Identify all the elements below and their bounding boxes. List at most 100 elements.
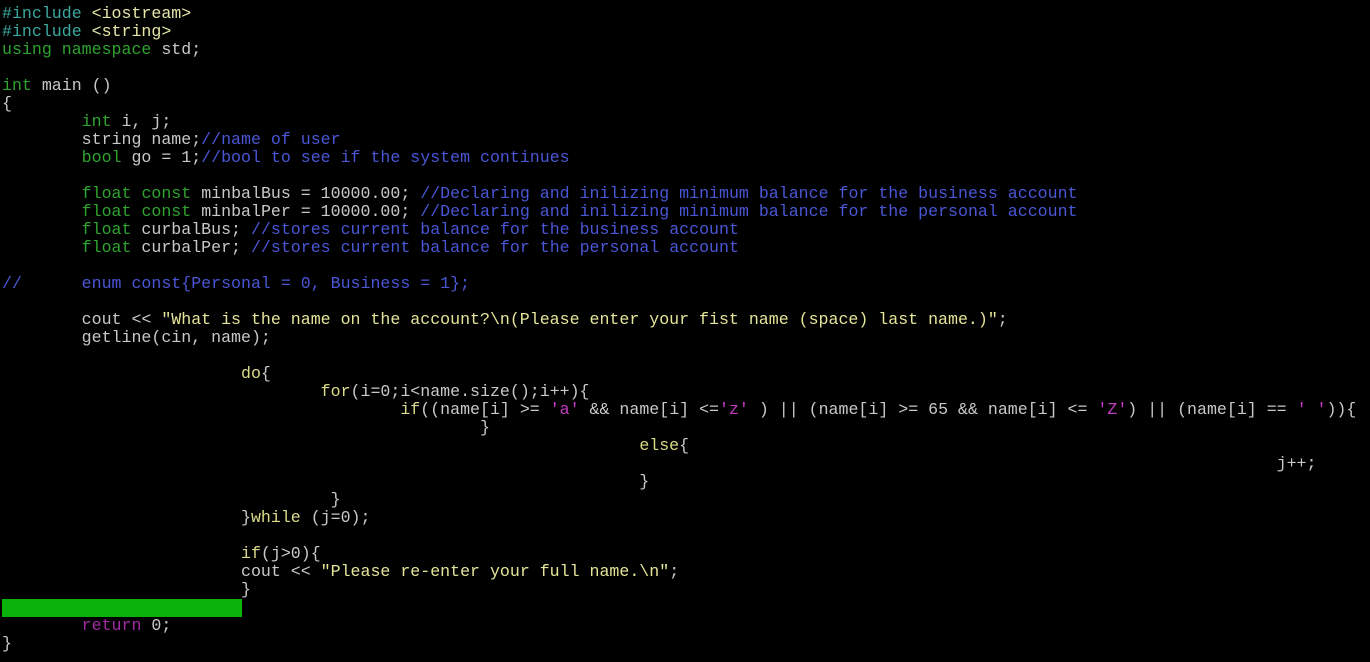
code-line[interactable]: } — [2, 473, 649, 491]
code-token-default — [2, 184, 82, 203]
code-token-type: namespace — [61, 40, 152, 59]
code-token-type: bool — [81, 148, 122, 167]
code-token-default — [2, 382, 321, 401]
code-token-default: } — [2, 490, 341, 509]
code-token-default: ) || (name[i] == — [1127, 400, 1297, 419]
code-token-default — [82, 4, 92, 23]
code-token-default: )){ — [1326, 400, 1357, 419]
code-token-char: 'Z' — [1097, 400, 1128, 419]
highlighted-line-bar — [2, 599, 242, 617]
code-line[interactable]: float curbalBus; //stores current balanc… — [2, 221, 739, 239]
code-token-default — [131, 184, 141, 203]
code-token-default — [2, 238, 82, 257]
code-token-type: const — [141, 202, 192, 221]
code-token-statement: if — [241, 544, 261, 563]
code-token-default: } — [2, 580, 251, 599]
code-line[interactable]: else{ — [2, 437, 689, 455]
code-token-string: "Please re-enter your full name.\n" — [320, 562, 670, 581]
code-token-default: (i=0;i<name.size();i++){ — [350, 382, 590, 401]
code-token-default: } — [2, 418, 490, 437]
code-token-default: main () — [31, 76, 112, 95]
code-line[interactable]: int main () — [2, 77, 112, 95]
code-token-default: minbalPer = 10000.00; — [191, 202, 421, 221]
code-token-default — [2, 400, 400, 419]
code-token-default: } — [2, 634, 12, 653]
code-token-statement: if — [400, 400, 421, 419]
code-token-default: ((name[i] >= — [420, 400, 550, 419]
code-token-default — [2, 148, 82, 167]
code-line[interactable]: #include <iostream> — [2, 5, 191, 23]
code-token-default: j++; — [2, 454, 1317, 473]
code-token-char: 'z' — [719, 400, 749, 419]
code-token-statement: for — [320, 382, 351, 401]
code-line[interactable]: cout << "Please re-enter your full name.… — [2, 563, 679, 581]
code-token-type: int — [81, 112, 112, 131]
code-token-type: int — [2, 76, 32, 95]
code-token-type: float — [81, 238, 132, 257]
code-token-include: <iostream> — [91, 4, 192, 23]
code-token-default: i, j; — [111, 112, 172, 131]
code-line[interactable]: } — [2, 635, 12, 653]
code-token-statement: else — [639, 436, 680, 455]
code-line[interactable]: } — [2, 419, 490, 437]
code-token-comment: //name of user — [201, 130, 341, 149]
code-line[interactable]: cout << "What is the name on the account… — [2, 311, 1008, 329]
code-token-default — [2, 220, 82, 239]
code-token-return: return — [81, 616, 142, 635]
code-line[interactable]: for(i=0;i<name.size();i++){ — [2, 383, 590, 401]
code-token-char: 'a' — [549, 400, 580, 419]
code-line[interactable]: getline(cin, name); — [2, 329, 271, 347]
code-line[interactable]: float const minbalPer = 10000.00; //Decl… — [2, 203, 1078, 221]
code-token-default — [2, 364, 241, 383]
code-line[interactable]: int i, j; — [2, 112, 172, 131]
code-token-comment: //Declaring and inilizing minimum balanc… — [420, 184, 1078, 203]
code-token-comment: //stores current balance for the persona… — [250, 238, 739, 257]
code-token-default: { — [2, 94, 12, 113]
code-token-default: cout << — [2, 310, 162, 329]
code-token-comment: //stores current balance for the busines… — [250, 220, 739, 239]
code-token-default: } — [2, 472, 650, 491]
code-token-default: curbalPer; — [131, 238, 251, 257]
code-token-default: cout << — [2, 562, 321, 581]
code-token-default: } — [2, 508, 251, 527]
code-line[interactable]: bool go = 1;//bool to see if the system … — [2, 149, 570, 167]
code-token-type: using — [2, 40, 52, 59]
code-token-char: ' ' — [1296, 400, 1327, 419]
code-line[interactable]: #include <string> — [2, 23, 171, 41]
code-line[interactable]: }while (j=0); — [2, 509, 370, 527]
code-line[interactable]: } — [2, 491, 341, 509]
code-line[interactable]: float const minbalBus = 10000.00; //Decl… — [2, 185, 1078, 203]
code-token-default: std; — [151, 40, 202, 59]
code-line[interactable]: if((name[i] >= 'a' && name[i] <='z' ) ||… — [2, 401, 1356, 419]
code-line[interactable]: using namespace std; — [2, 41, 201, 59]
code-token-statement: do — [241, 364, 261, 383]
code-line[interactable]: do{ — [2, 365, 271, 383]
code-token-default — [131, 202, 141, 221]
code-token-default: go = 1; — [121, 148, 202, 167]
code-token-default: { — [679, 436, 690, 455]
code-token-type: float — [81, 184, 132, 203]
code-token-preproc: #include — [2, 4, 82, 23]
code-editor[interactable]: #include <iostream> #include <string> usin… — [0, 0, 1370, 662]
code-line[interactable]: { — [2, 95, 12, 113]
code-token-string: "What is the name on the account?\n(Plea… — [161, 310, 998, 329]
code-token-default: ) || (name[i] >= 65 && name[i] <= — [748, 400, 1098, 419]
code-token-default: minbalBus = 10000.00; — [191, 184, 421, 203]
code-token-default: (j>0){ — [260, 544, 321, 563]
code-token-preproc: #include — [2, 22, 82, 41]
code-line[interactable]: return 0; — [2, 616, 172, 635]
code-token-type: float — [81, 220, 132, 239]
code-token-default: ; — [997, 310, 1008, 329]
code-line[interactable]: j++; — [2, 454, 1317, 473]
code-token-default: { — [260, 364, 271, 383]
code-line[interactable]: string name;//name of user — [2, 131, 341, 149]
code-line[interactable]: // enum const{Personal = 0, Business = 1… — [2, 275, 470, 293]
code-line[interactable]: float curbalPer; //stores current balanc… — [2, 239, 739, 257]
code-line[interactable]: if(j>0){ — [2, 545, 321, 563]
code-token-default: ; — [669, 562, 680, 581]
code-token-default: && name[i] <= — [579, 400, 719, 419]
code-line[interactable]: } — [2, 581, 251, 599]
code-token-default — [52, 40, 62, 59]
code-token-default — [2, 616, 82, 635]
code-token-default — [82, 22, 92, 41]
